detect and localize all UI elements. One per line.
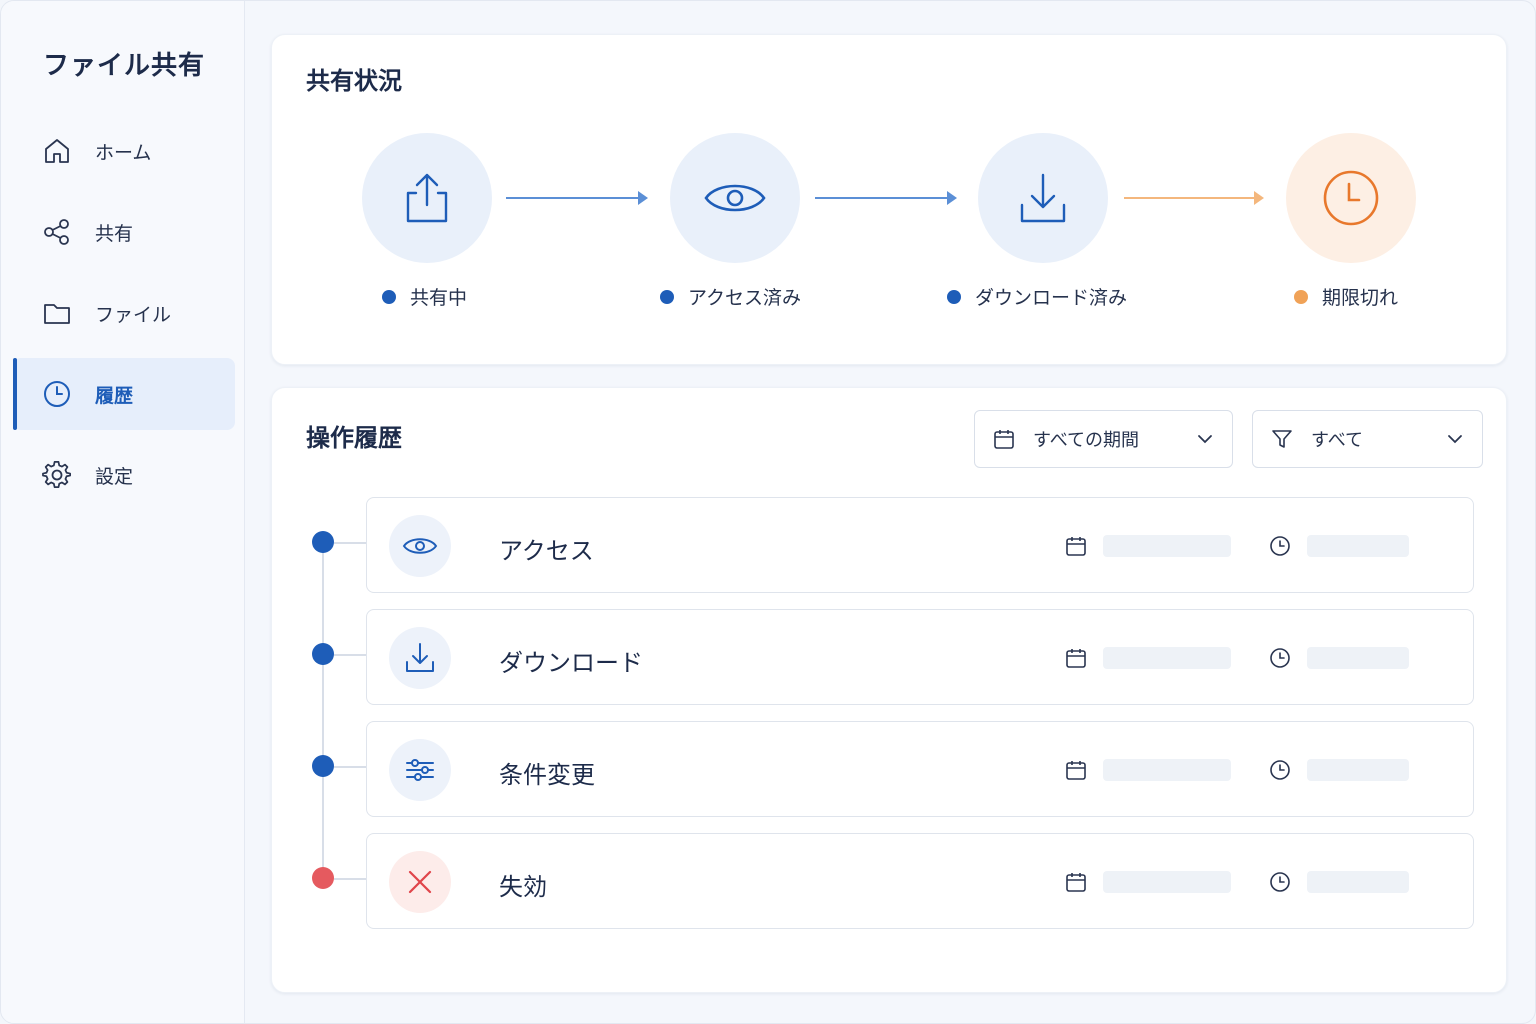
timeline-connector	[334, 878, 366, 880]
flow-arrow	[815, 191, 957, 205]
sliders-icon	[389, 739, 451, 801]
history-row-access[interactable]: アクセス	[366, 497, 1474, 593]
step-label-accessed: アクセス済み	[660, 283, 801, 310]
sidebar-item-label: ファイル	[95, 303, 172, 326]
chevron-down-icon	[1198, 435, 1212, 444]
sidebar-item-label: 共有	[95, 222, 134, 245]
sidebar-item-label: 設定	[95, 465, 134, 488]
timeline-dot	[312, 531, 334, 553]
app-title: ファイル共有	[43, 51, 206, 81]
close-icon	[389, 851, 451, 913]
home-icon	[41, 135, 73, 167]
share-status-title: 共有状況	[306, 67, 402, 95]
time-placeholder	[1307, 535, 1409, 557]
calendar-icon	[1064, 534, 1088, 558]
history-row-label: 条件変更	[499, 761, 595, 789]
step-label-text: アクセス済み	[688, 287, 802, 309]
timeline-dot	[312, 755, 334, 777]
history-row-label: アクセス	[499, 537, 594, 565]
app-window: ファイル共有 ホーム 共有 ファイル 履歴 設定 共有状況 共有中 アクセス済み…	[0, 0, 1536, 1024]
timeline-connector	[334, 766, 366, 768]
time-placeholder	[1307, 759, 1409, 781]
download-icon	[389, 627, 451, 689]
clock-icon	[1268, 870, 1292, 894]
sidebar-item-settings[interactable]: 設定	[13, 439, 235, 511]
step-label-sharing: 共有中	[382, 283, 467, 310]
timeline-line	[322, 542, 324, 878]
history-row-label: ダウンロード	[499, 649, 643, 677]
calendar-icon	[1064, 758, 1088, 782]
status-dot	[660, 289, 674, 304]
status-dot	[382, 289, 396, 304]
history-row-label: 失効	[499, 873, 547, 901]
type-filter-select[interactable]: すべて	[1252, 410, 1483, 468]
download-icon	[1020, 173, 1066, 223]
history-row-revoked[interactable]: 失効	[366, 833, 1474, 929]
step-downloaded	[978, 133, 1108, 263]
clock-icon	[1268, 646, 1292, 670]
clock-icon	[1268, 758, 1292, 782]
time-placeholder	[1307, 647, 1409, 669]
step-label-text: ダウンロード済み	[975, 287, 1128, 309]
clock-icon	[41, 378, 73, 410]
step-label-text: 期限切れ	[1322, 287, 1399, 309]
date-placeholder	[1103, 647, 1231, 669]
sidebar-item-label: 履歴	[95, 384, 134, 407]
clock-icon	[1323, 170, 1379, 226]
sidebar-item-home[interactable]: ホーム	[13, 115, 235, 187]
timeline-connector	[334, 654, 366, 656]
sidebar: ファイル共有 ホーム 共有 ファイル 履歴 設定	[1, 1, 245, 1023]
calendar-icon	[994, 430, 1014, 449]
flow-arrow	[1124, 191, 1264, 205]
type-filter-value: すべて	[1311, 430, 1364, 451]
history-row-download[interactable]: ダウンロード	[366, 609, 1474, 705]
gear-icon	[41, 459, 73, 491]
date-placeholder	[1103, 535, 1231, 557]
step-label-expired: 期限切れ	[1294, 283, 1398, 310]
filter-icon	[1272, 430, 1292, 448]
sidebar-item-files[interactable]: ファイル	[13, 277, 235, 349]
history-row-condition-change[interactable]: 条件変更	[366, 721, 1474, 817]
step-label-text: 共有中	[410, 287, 468, 309]
history-card: 操作履歴 すべての期間 すべて アクセス ダウンロード 条件変更 失効	[271, 387, 1507, 993]
period-filter-value: すべての期間	[1033, 430, 1140, 451]
history-title: 操作履歴	[306, 424, 402, 452]
step-label-downloaded: ダウンロード済み	[947, 283, 1127, 310]
calendar-icon	[1064, 646, 1088, 670]
date-placeholder	[1103, 759, 1231, 781]
share-status-card: 共有状況 共有中 アクセス済み ダウンロード済み 期限切れ	[271, 34, 1507, 365]
share-icon	[41, 216, 73, 248]
timeline-dot	[312, 643, 334, 665]
chevron-down-icon	[1448, 435, 1462, 444]
timeline-dot	[312, 867, 334, 889]
clock-icon	[1268, 534, 1292, 558]
date-placeholder	[1103, 871, 1231, 893]
status-dot	[947, 289, 961, 304]
time-placeholder	[1307, 871, 1409, 893]
step-accessed	[670, 133, 800, 263]
folder-icon	[41, 297, 73, 329]
sidebar-item-share[interactable]: 共有	[13, 196, 235, 268]
eye-icon	[704, 184, 766, 212]
eye-icon	[389, 515, 451, 577]
flow-arrow	[506, 191, 648, 205]
upload-icon	[406, 173, 448, 223]
calendar-icon	[1064, 870, 1088, 894]
sidebar-item-history[interactable]: 履歴	[13, 358, 235, 430]
status-dot	[1294, 289, 1308, 304]
sidebar-item-label: ホーム	[95, 141, 152, 164]
period-filter-select[interactable]: すべての期間	[974, 410, 1233, 468]
step-sharing	[362, 133, 492, 263]
timeline-connector	[334, 542, 366, 544]
step-expired	[1286, 133, 1416, 263]
